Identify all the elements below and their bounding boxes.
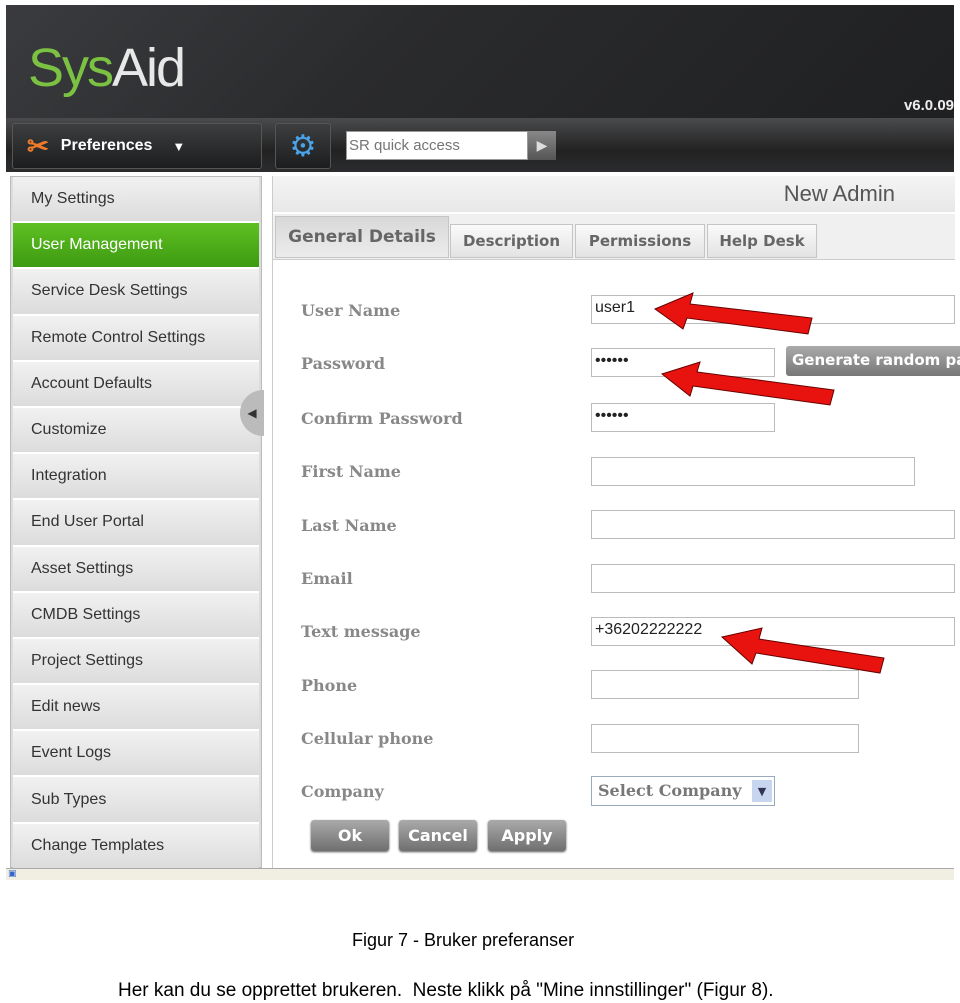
red-arrow-password	[660, 361, 835, 406]
annotation-arrows	[653, 292, 885, 674]
body-text: Her kan du se opprettet brukeren. Neste …	[118, 980, 774, 1001]
figure-caption-text: Figur 7 - Bruker preferanser	[352, 930, 575, 950]
red-arrow-user-name	[653, 292, 813, 335]
red-arrow-text-message	[720, 627, 885, 674]
